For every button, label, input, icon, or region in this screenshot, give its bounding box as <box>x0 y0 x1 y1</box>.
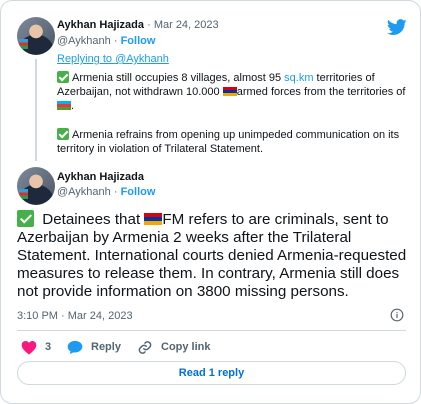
like-count: 3 <box>45 341 52 353</box>
author-name[interactable]: Aykhan Hajizada <box>57 19 144 31</box>
tweet1-paragraph-1: Armenia still occupies 8 villages, almos… <box>57 71 406 112</box>
tweet2-timestamp[interactable]: 3:10 PM · Mar 24, 2023 <box>17 310 133 322</box>
divider <box>17 330 406 331</box>
tweet-embed-card: Aykhan Hajizada · Mar 24, 2023 @Aykhanh … <box>0 0 421 404</box>
author-name[interactable]: Aykhan Hajizada <box>57 171 144 183</box>
replying-to: Replying to @Aykhanh <box>57 53 169 65</box>
follow-button[interactable]: Follow <box>121 35 156 47</box>
check-mark-icon <box>57 71 69 83</box>
azerbaijan-flag-icon <box>57 101 71 110</box>
tweet1-paragraph-2: Armenia refrains from opening up unimped… <box>57 128 400 155</box>
reply-button[interactable]: Reply <box>67 339 121 355</box>
check-mark-icon <box>17 210 34 227</box>
replying-handle-link[interactable]: @Aykhanh <box>115 53 169 65</box>
tweet1-date[interactable]: Mar 24, 2023 <box>154 19 219 31</box>
copy-link-button[interactable]: Copy link <box>137 339 211 355</box>
check-mark-icon <box>57 128 69 140</box>
reply-bubble-icon <box>67 340 83 354</box>
like-button[interactable]: 3 <box>21 339 51 355</box>
armenia-flag-icon <box>222 87 237 96</box>
info-icon[interactable] <box>390 308 404 322</box>
tweet2-handle-row: @Aykhanh · Follow <box>57 186 156 198</box>
thread-connector-line <box>35 59 37 161</box>
sq-km-link[interactable]: sq.km <box>284 72 313 84</box>
follow-button[interactable]: Follow <box>121 186 156 198</box>
author-handle[interactable]: @Aykhanh <box>57 186 111 198</box>
tweet1-author-row: Aykhan Hajizada · Mar 24, 2023 <box>57 19 219 32</box>
tweet2-body: Detainees that FM refers to are criminal… <box>17 210 407 300</box>
author-handle[interactable]: @Aykhanh <box>57 35 111 47</box>
replying-prefix[interactable]: Replying to <box>57 53 115 65</box>
separator-dot: · <box>147 19 151 31</box>
armenia-flag-icon <box>144 213 163 225</box>
avatar[interactable] <box>17 167 55 205</box>
read-replies-button[interactable]: Read 1 reply <box>17 361 406 385</box>
avatar[interactable] <box>17 17 55 55</box>
tweet2-author-row: Aykhan Hajizada <box>57 171 144 184</box>
twitter-bird-icon[interactable] <box>387 19 407 36</box>
heart-icon <box>21 340 37 355</box>
link-icon <box>138 340 152 354</box>
tweet1-handle-row: @Aykhanh · Follow <box>57 35 156 47</box>
